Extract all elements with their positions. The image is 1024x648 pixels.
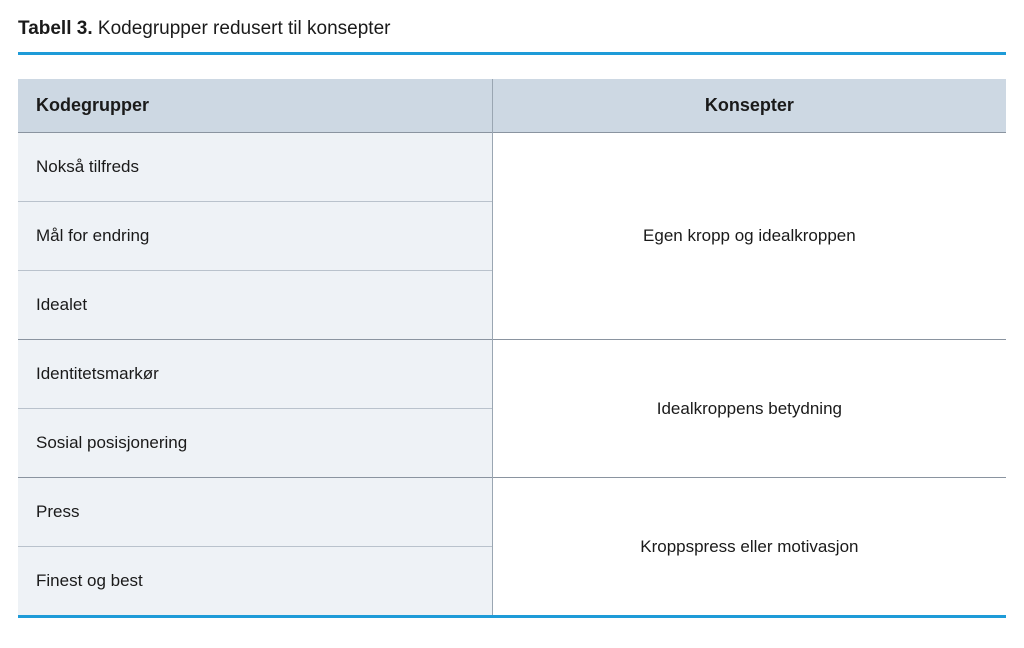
table-row: Press Kroppspress eller motivasjon (18, 478, 1006, 547)
table-caption: Tabell 3. Kodegrupper redusert til konse… (18, 18, 1006, 55)
code-cell: Mål for endring (18, 202, 492, 271)
code-cell: Sosial posisjonering (18, 409, 492, 478)
concept-cell: Egen kropp og idealkroppen (492, 133, 1006, 340)
column-header-konsepter: Konsepter (492, 79, 1006, 133)
code-cell: Finest og best (18, 547, 492, 617)
table-title: Kodegrupper redusert til konsepter (98, 18, 391, 39)
code-cell: Nokså tilfreds (18, 133, 492, 202)
table-body: Nokså tilfreds Egen kropp og idealkroppe… (18, 133, 1006, 617)
column-header-kodegrupper: Kodegrupper (18, 79, 492, 133)
table-row: Identitetsmarkør Idealkroppens betydning (18, 340, 1006, 409)
code-cell: Identitetsmarkør (18, 340, 492, 409)
concept-cell: Kroppspress eller motivasjon (492, 478, 1006, 617)
table-row: Nokså tilfreds Egen kropp og idealkroppe… (18, 133, 1006, 202)
concept-cell: Idealkroppens betydning (492, 340, 1006, 478)
code-cell: Press (18, 478, 492, 547)
codes-concepts-table: Kodegrupper Konsepter Nokså tilfreds Ege… (18, 79, 1006, 618)
table-number-label: Tabell 3. (18, 18, 93, 39)
code-cell: Idealet (18, 271, 492, 340)
